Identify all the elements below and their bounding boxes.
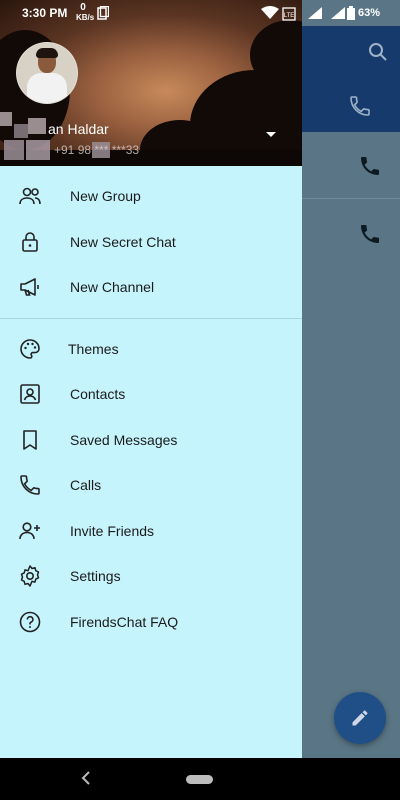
menu-item-label: New Group bbox=[70, 188, 141, 204]
menu-item-new-secret-chat[interactable]: New Secret Chat bbox=[0, 220, 302, 264]
settings-icon bbox=[20, 565, 40, 587]
calls-tab-icon[interactable] bbox=[348, 94, 372, 118]
help-icon bbox=[19, 611, 41, 633]
menu-item-label: Contacts bbox=[70, 386, 126, 402]
menu-divider bbox=[0, 318, 302, 319]
menu-item-label: Themes bbox=[68, 341, 119, 357]
menu-item-themes[interactable]: Themes bbox=[0, 327, 302, 371]
phone-icon bbox=[20, 475, 40, 495]
volte-icon: LTE bbox=[282, 7, 296, 21]
clipboard-icon bbox=[97, 6, 109, 20]
network-speed-unit: KB/s bbox=[76, 13, 95, 22]
network-speed-value: 0 bbox=[80, 2, 86, 13]
add-user-icon bbox=[19, 522, 40, 540]
call-phone-icon[interactable] bbox=[358, 154, 382, 178]
bookmark-icon bbox=[23, 430, 37, 450]
menu-item-label: Invite Friends bbox=[70, 523, 155, 539]
network-speed: 0 KB/s bbox=[76, 2, 95, 22]
pencil-icon bbox=[352, 710, 368, 726]
signal-icon-2 bbox=[331, 7, 345, 19]
menu-item-label: FirendsChat FAQ bbox=[70, 614, 179, 630]
menu-item-settings[interactable]: Settings bbox=[0, 554, 302, 598]
avatar[interactable] bbox=[16, 42, 78, 104]
list-divider bbox=[302, 198, 400, 199]
back-icon[interactable] bbox=[80, 770, 92, 786]
user-phone: +91 98 *** ***33 bbox=[54, 143, 140, 157]
contact-icon bbox=[20, 384, 40, 404]
menu-item-label: Saved Messages bbox=[70, 432, 178, 448]
menu-item-saved-messages[interactable]: Saved Messages bbox=[0, 418, 302, 462]
menu-item-new-channel[interactable]: New Channel bbox=[0, 265, 302, 309]
svg-text:LTE: LTE bbox=[284, 13, 295, 19]
palette-icon bbox=[20, 339, 40, 359]
menu-item-invite-friends[interactable]: Invite Friends bbox=[0, 509, 302, 553]
menu-item-label: Calls bbox=[70, 477, 102, 493]
megaphone-icon bbox=[20, 278, 39, 296]
call-phone-icon[interactable] bbox=[358, 222, 382, 246]
account-switch-arrow-icon[interactable] bbox=[266, 132, 276, 137]
status-time: 3:30 PM bbox=[22, 6, 68, 20]
battery-icon bbox=[347, 6, 355, 20]
navigation-drawer: an Haldar +91 98 *** ***33 New Group New… bbox=[0, 0, 302, 758]
menu-item-new-group[interactable]: New Group bbox=[0, 174, 302, 218]
status-bar: 3:30 PM 0 KB/s LTE 63% bbox=[0, 0, 400, 26]
menu-item-contacts[interactable]: Contacts bbox=[0, 372, 302, 416]
wifi-icon bbox=[261, 6, 279, 19]
menu-item-label: New Channel bbox=[70, 279, 155, 295]
user-name: an Haldar bbox=[48, 121, 109, 137]
group-icon bbox=[19, 187, 41, 205]
menu-item-faq[interactable]: FirendsChat FAQ bbox=[0, 600, 302, 644]
battery-percent: 63% bbox=[358, 7, 381, 19]
system-nav-bar bbox=[0, 758, 400, 800]
signal-icon bbox=[308, 7, 322, 19]
home-pill-button[interactable] bbox=[186, 775, 213, 784]
menu-item-calls[interactable]: Calls bbox=[0, 463, 302, 507]
menu-item-label: Settings bbox=[70, 568, 121, 584]
search-icon[interactable] bbox=[366, 40, 390, 64]
lock-icon bbox=[22, 232, 38, 252]
menu-item-label: New Secret Chat bbox=[70, 234, 176, 250]
compose-fab-button[interactable] bbox=[334, 692, 386, 744]
